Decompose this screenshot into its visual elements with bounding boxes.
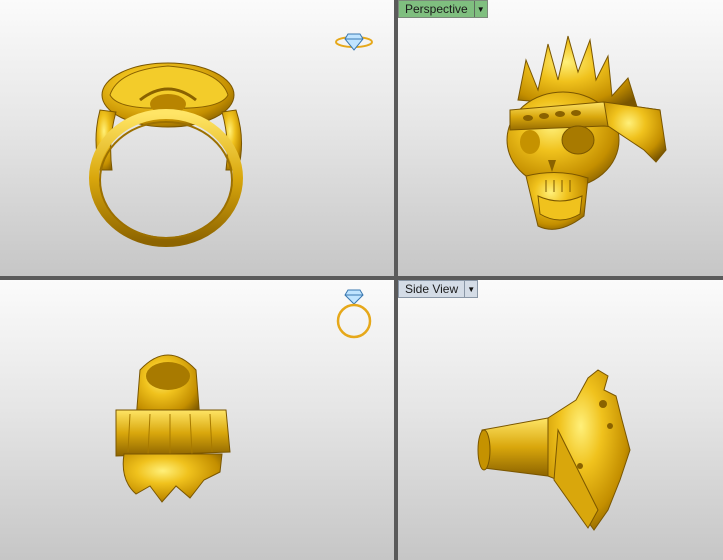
- ring-front-orientation-icon[interactable]: [334, 288, 374, 345]
- viewport-perspective[interactable]: Perspective ▼: [398, 0, 723, 276]
- ring-side-orientation-icon[interactable]: [334, 30, 374, 59]
- viewport-bottom-left[interactable]: [0, 280, 394, 560]
- viewport-separator-horizontal[interactable]: [0, 276, 723, 280]
- skull-perspective-model: [506, 35, 667, 230]
- viewport-top-left[interactable]: [0, 0, 394, 276]
- viewport-side-view[interactable]: Side View ▼: [398, 280, 723, 560]
- ring-side-view-model: [477, 369, 631, 531]
- viewport-separator-vertical[interactable]: [394, 0, 398, 560]
